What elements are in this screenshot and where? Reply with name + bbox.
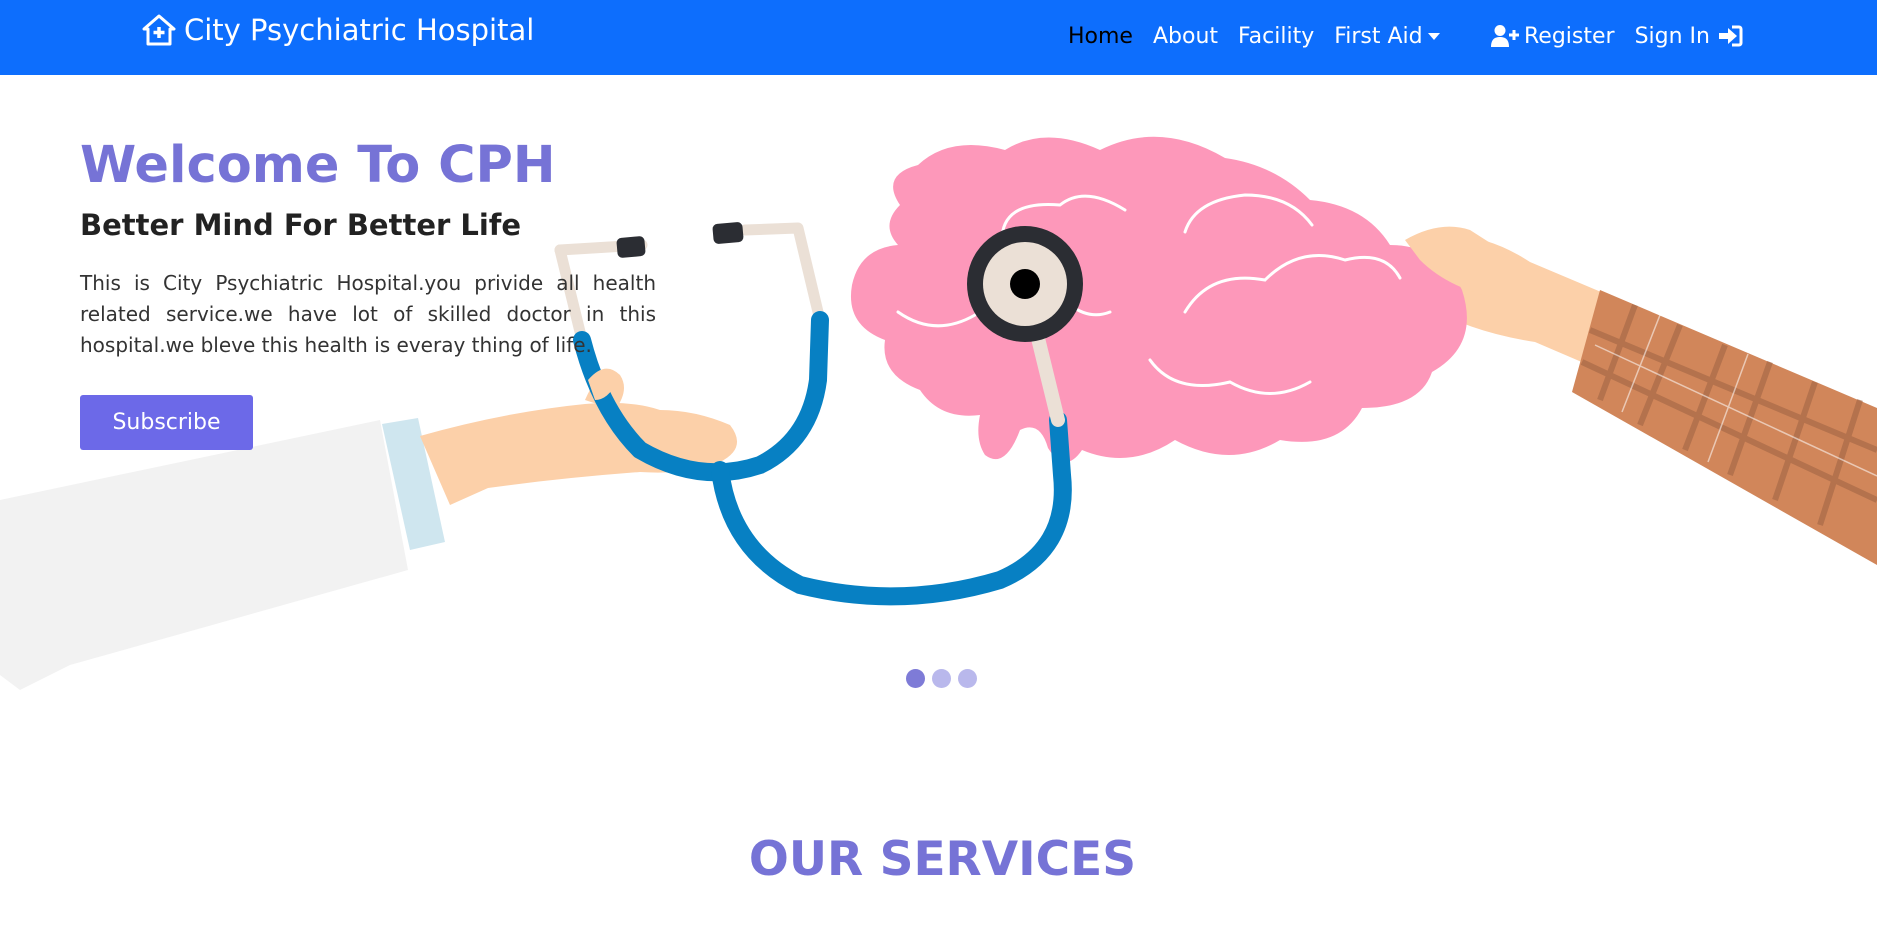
- subscribe-button[interactable]: Subscribe: [80, 395, 253, 450]
- nav-first-aid-label: First Aid: [1334, 23, 1423, 49]
- services-heading: OUR SERVICES: [748, 832, 1137, 887]
- nav-home[interactable]: Home: [1068, 24, 1133, 49]
- signin-label: Sign In: [1634, 23, 1710, 49]
- nav-facility[interactable]: Facility: [1238, 24, 1314, 49]
- brain-illustration: [850, 136, 1467, 463]
- hero-title: Welcome To CPH: [80, 136, 556, 195]
- auth-nav: Register Sign In: [1490, 18, 1765, 54]
- nav-first-aid-dropdown[interactable]: First Aid: [1334, 23, 1440, 49]
- user-plus-icon: [1491, 25, 1519, 47]
- top-navbar: City Psychiatric Hospital Home About Fac…: [0, 0, 1877, 75]
- hero-description: This is City Psychiatric Hospital.you pr…: [80, 271, 656, 357]
- carousel-dot-3[interactable]: [958, 669, 977, 688]
- sign-in-icon: [1719, 25, 1743, 47]
- register-label: Register: [1524, 23, 1615, 49]
- caret-down-icon: [1427, 32, 1440, 40]
- main-nav: Home About Facility First Aid: [1068, 18, 1460, 54]
- carousel-indicators: [906, 669, 984, 688]
- register-link[interactable]: Register: [1490, 24, 1615, 49]
- nav-about[interactable]: About: [1153, 24, 1218, 49]
- carousel-dot-2[interactable]: [932, 669, 951, 688]
- brand-link[interactable]: City Psychiatric Hospital: [142, 10, 534, 50]
- carousel-dot-1[interactable]: [906, 669, 925, 688]
- signin-link[interactable]: Sign In: [1635, 24, 1745, 49]
- hero-subtitle: Better Mind For Better Life: [80, 208, 522, 242]
- brand-name: City Psychiatric Hospital: [184, 13, 535, 47]
- hospital-home-icon: [142, 14, 176, 46]
